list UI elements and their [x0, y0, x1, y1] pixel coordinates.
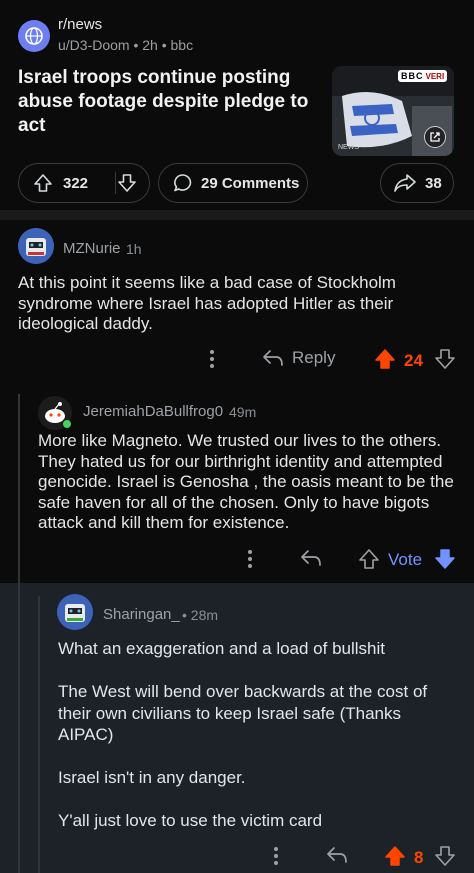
- subreddit-name[interactable]: r/news: [58, 16, 102, 33]
- comment-username[interactable]: JeremiahDaBullfrog0: [83, 403, 223, 420]
- reply-arrow-icon: [327, 847, 347, 863]
- reply-arrow-icon: [263, 350, 283, 366]
- comment-username[interactable]: MZNurie: [63, 240, 121, 257]
- thumbnail-badge: BBC VERI: [398, 70, 448, 82]
- downvote-icon[interactable]: [434, 348, 456, 370]
- reply-button[interactable]: [300, 548, 322, 568]
- comment-time: • 28m: [182, 607, 219, 623]
- downvote-icon[interactable]: [434, 548, 456, 570]
- post-score: 322: [63, 175, 89, 192]
- post-thumbnail[interactable]: BBC VERI NEWS: [332, 66, 454, 156]
- avatar[interactable]: [38, 396, 72, 430]
- share-count: 38: [425, 174, 442, 192]
- post-vote-pill: 322: [18, 163, 150, 203]
- downvote-icon[interactable]: [117, 173, 137, 197]
- thumbnail-caption: NEWS: [338, 144, 359, 151]
- subreddit-avatar[interactable]: [18, 20, 50, 52]
- upvote-icon[interactable]: [384, 845, 406, 867]
- comment-body: At this point it seems like a bad case o…: [18, 273, 401, 333]
- comment-jeremiah: JeremiahDaBullfrog0 49m More like Magnet…: [0, 390, 474, 583]
- comments-button[interactable]: 29 Comments: [158, 163, 308, 203]
- comment-mznurie: MZNurie 1h At this point it seems like a…: [0, 220, 474, 380]
- reply-button[interactable]: Reply: [262, 348, 335, 368]
- comment-body: More like Magneto. We trusted our lives …: [38, 431, 459, 532]
- share-button[interactable]: 38: [380, 163, 454, 203]
- vote-label: Vote: [388, 550, 423, 569]
- post-meta[interactable]: u/D3-Doom • 2h • bbc: [58, 37, 193, 53]
- comment-score: 24: [404, 351, 423, 370]
- reply-arrow-icon: [301, 550, 321, 566]
- avatar[interactable]: [57, 594, 93, 630]
- post-card: r/news u/D3-Doom • 2h • bbc Israel troop…: [0, 0, 474, 210]
- comment-time: 49m: [229, 404, 257, 420]
- globe-icon: [25, 27, 43, 45]
- more-options-icon[interactable]: [270, 845, 282, 867]
- downvote-icon[interactable]: [434, 845, 456, 867]
- external-link-icon[interactable]: [424, 126, 446, 148]
- upvote-icon[interactable]: [374, 348, 396, 370]
- vote-divider: [115, 172, 116, 194]
- snoo-icon: [38, 396, 72, 430]
- comment-sharingan: Sharingan_ • 28m What an exaggeration an…: [0, 590, 474, 873]
- avatar[interactable]: [18, 228, 54, 264]
- more-options-icon[interactable]: [244, 548, 256, 570]
- comments-count: 29 Comments: [201, 174, 300, 192]
- comment-time: 1h: [126, 241, 142, 257]
- section-divider: [0, 210, 474, 220]
- comment-bubble-icon: [174, 174, 192, 192]
- share-arrow-icon: [394, 174, 416, 192]
- post-title[interactable]: Israel troops continue posting abuse foo…: [18, 66, 318, 138]
- reply-label: Reply: [292, 348, 336, 367]
- reply-button[interactable]: [326, 845, 348, 865]
- more-options-icon[interactable]: [206, 348, 218, 370]
- upvote-icon[interactable]: [358, 548, 380, 570]
- comment-score: 8: [414, 848, 424, 867]
- comment-username[interactable]: Sharingan_: [103, 606, 180, 623]
- comment-body: What an exaggeration and a load of bulls…: [58, 639, 428, 830]
- upvote-icon[interactable]: [33, 173, 53, 197]
